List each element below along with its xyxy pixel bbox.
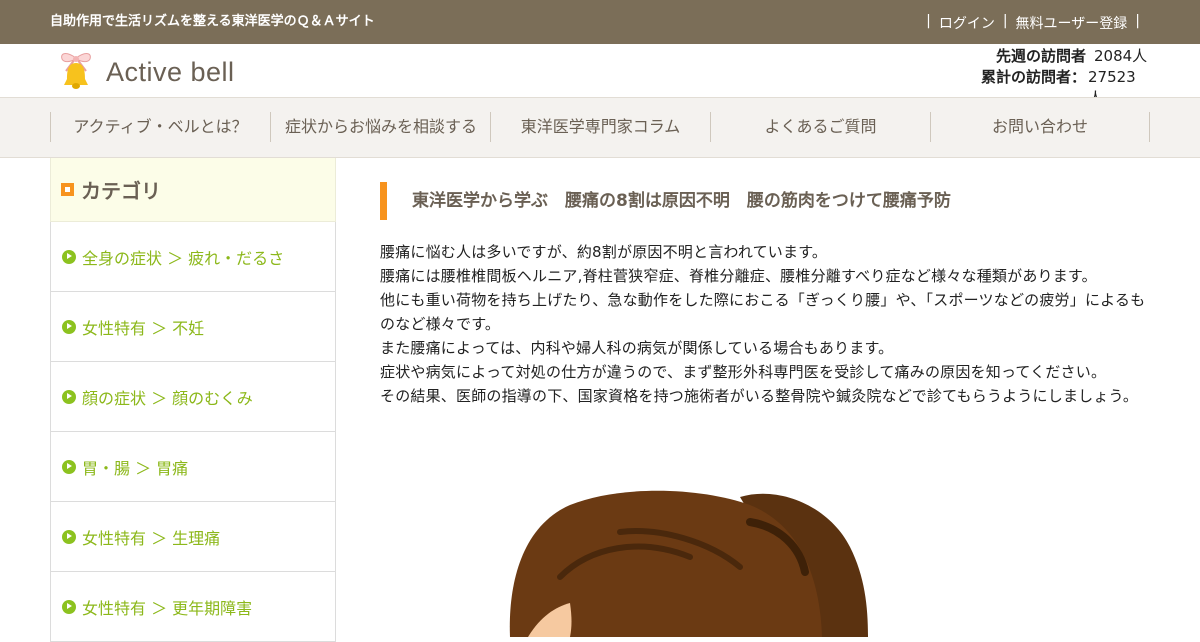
- bell-icon: [56, 49, 96, 95]
- main-navigation: アクティブ・ベルとは？ 症状からお悩みを相談する 東洋医学専門家コラム よくある…: [0, 97, 1200, 158]
- arrow-circle-icon: [62, 529, 76, 544]
- arrow-circle-icon: [62, 389, 76, 404]
- article-title: 東洋医学から学ぶ 腰痛の8割は原因不明 腰の筋肉をつけて腰痛予防: [380, 182, 1150, 220]
- article-paragraph: 腰痛には腰椎椎間板ヘルニア,脊柱菅狭窄症、脊椎分離症、腰椎分離すべり症など様々な…: [380, 267, 1097, 285]
- last-week-visitors-label: 先週の訪問者: [995, 47, 1086, 65]
- last-week-visitors-value: 2084人: [1094, 47, 1148, 65]
- site-logo[interactable]: Active bell: [56, 49, 235, 95]
- article-paragraph: また腰痛によっては、内科や婦人科の病気が関係している場合もあります。: [380, 339, 894, 357]
- article-body: 腰痛に悩む人は多いですが、約8割が原因不明と言われています。 腰痛には腰椎椎間板…: [380, 240, 1150, 408]
- category-label: 全身の症状 ＞ 疲れ・だるさ: [82, 248, 285, 268]
- arrow-circle-icon: [62, 249, 76, 264]
- top-bar: 自助作用で生活リズムを整える東洋医学のＱ＆Ａサイト | ログイン | 無料ユーザ…: [0, 0, 1200, 44]
- site-header: Active bell 先週の訪問者 2084人 累計の訪問者： 27523人: [0, 44, 1200, 107]
- login-link[interactable]: ログイン: [939, 13, 995, 33]
- category-label: 胃・腸 ＞ 胃痛: [82, 458, 189, 478]
- category-label: 顔の症状 ＞ 顔のむくみ: [82, 388, 253, 408]
- category-item[interactable]: 女性特有 ＞ 更年期障害: [50, 572, 336, 642]
- site-tagline: 自助作用で生活リズムを整える東洋医学のＱ＆Ａサイト: [50, 14, 375, 29]
- separator: |: [1135, 13, 1140, 29]
- woman-illustration: [500, 487, 880, 641]
- article: 東洋医学から学ぶ 腰痛の8割は原因不明 腰の筋肉をつけて腰痛予防 腰痛に悩む人は…: [380, 182, 1150, 637]
- arrow-circle-icon: [62, 599, 76, 614]
- nav-item-faq[interactable]: よくあるご質問: [710, 112, 930, 142]
- category-item[interactable]: 顔の症状 ＞ 顔のむくみ: [50, 362, 336, 432]
- arrow-circle-icon: [62, 319, 76, 334]
- article-paragraph: 症状や病気によって対処の仕方が違うので、まず整形外科専門医を受診して痛みの原因を…: [380, 363, 1107, 381]
- separator: |: [926, 13, 931, 29]
- nav-item-column[interactable]: 東洋医学専門家コラム: [490, 112, 710, 142]
- category-sidebar: カテゴリ 全身の症状 ＞ 疲れ・だるさ 女性特有 ＞ 不妊 顔の症状 ＞ 顔のむ…: [50, 158, 336, 642]
- category-item[interactable]: 全身の症状 ＞ 疲れ・だるさ: [50, 222, 336, 292]
- logo-text: Active bell: [106, 56, 235, 87]
- category-item[interactable]: 女性特有 ＞ 不妊: [50, 292, 336, 362]
- category-label: 女性特有 ＞ 不妊: [82, 318, 205, 338]
- category-item[interactable]: 女性特有 ＞ 生理痛: [50, 502, 336, 572]
- category-label: 女性特有 ＞ 更年期障害: [82, 598, 253, 618]
- article-paragraph: 他にも重い荷物を持ち上げたり、急な動作をした際におこる「ぎっくり腰」や、「スポー…: [380, 291, 1146, 333]
- category-title: カテゴリ: [81, 179, 161, 203]
- account-links: | ログイン | 無料ユーザー登録 |: [918, 13, 1148, 33]
- category-label: 女性特有 ＞ 生理痛: [82, 528, 221, 548]
- nav-item-contact[interactable]: お問い合わせ: [930, 112, 1150, 142]
- category-header: カテゴリ: [50, 158, 336, 222]
- register-link[interactable]: 無料ユーザー登録: [1016, 13, 1128, 33]
- square-bullet-icon: [61, 183, 74, 196]
- nav-item-consult[interactable]: 症状からお悩みを相談する: [270, 112, 490, 142]
- nav-item-about[interactable]: アクティブ・ベルとは？: [50, 112, 270, 142]
- article-paragraph: その結果、医師の指導の下、国家資格を持つ施術者がいる整骨院や鍼灸院などで診てもら…: [380, 387, 1139, 405]
- article-paragraph: 腰痛に悩む人は多いですが、約8割が原因不明と言われています。: [380, 243, 828, 261]
- separator: |: [1002, 13, 1008, 29]
- arrow-circle-icon: [62, 459, 76, 474]
- category-item[interactable]: 胃・腸 ＞ 胃痛: [50, 432, 336, 502]
